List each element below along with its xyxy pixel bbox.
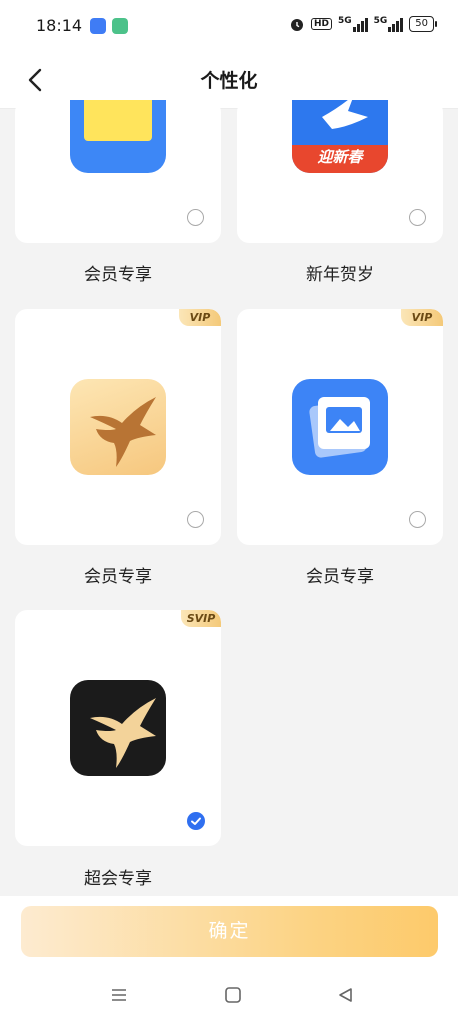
icon-label: 会员专享 <box>84 265 152 285</box>
confirm-button[interactable]: 确定 <box>21 906 438 957</box>
app-icon-black-gold-bird <box>70 680 166 776</box>
download-notification-icon <box>112 18 128 34</box>
status-bar: 18:14 HD 5G 5G 50 <box>0 0 458 52</box>
status-time: 18:14 <box>36 16 83 35</box>
app-icon-photo <box>292 379 388 475</box>
app-icon-member-yellow <box>70 100 166 173</box>
battery-indicator: 50 <box>409 16 437 32</box>
icon-label: 新年贺岁 <box>306 265 374 285</box>
radio-button[interactable] <box>409 209 426 226</box>
icon-option-card[interactable]: VIP <box>15 309 221 545</box>
vip-badge: VIP <box>179 309 221 326</box>
alarm-icon <box>290 19 303 31</box>
radio-button[interactable] <box>187 511 204 528</box>
radio-button-checked[interactable] <box>187 812 205 830</box>
page-title: 个性化 <box>200 70 258 92</box>
app-icon-new-year: 迎新春 <box>292 100 388 173</box>
icon-label: 超会专享 <box>84 869 152 889</box>
icon-option-card[interactable]: VIP <box>237 309 443 545</box>
radio-button[interactable] <box>187 209 204 226</box>
back-nav-icon[interactable] <box>336 986 354 1004</box>
icon-option-card[interactable]: SVIP <box>15 610 221 846</box>
signal-icon-2: 5G <box>374 16 404 32</box>
hd-icon: HD <box>310 18 332 30</box>
banner-text: 迎新春 <box>317 148 363 166</box>
signal-icon-1: 5G <box>338 16 368 32</box>
vip-badge: VIP <box>401 309 443 326</box>
svip-badge: SVIP <box>181 610 221 627</box>
check-icon <box>191 817 201 825</box>
status-indicators: HD 5G 5G 50 <box>289 16 437 32</box>
app-icon-gold-bird <box>70 379 166 475</box>
xunlei-notification-icon <box>90 18 106 34</box>
icon-label: 会员专享 <box>306 567 374 587</box>
icon-option-card[interactable]: 迎新春 <box>237 100 443 243</box>
menu-icon[interactable] <box>110 986 128 1004</box>
icon-option-card[interactable] <box>15 100 221 243</box>
radio-button[interactable] <box>409 511 426 528</box>
system-navigation-bar <box>0 968 458 1024</box>
icon-label: 会员专享 <box>84 567 152 587</box>
home-icon[interactable] <box>224 986 242 1004</box>
